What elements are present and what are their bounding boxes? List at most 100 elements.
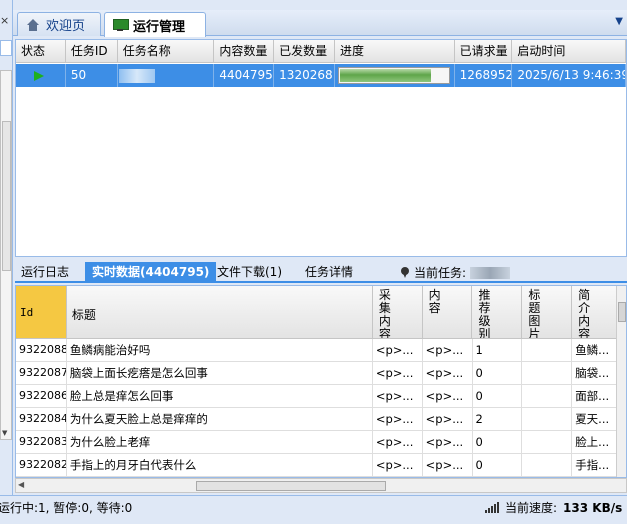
collected-cell: <p>... (373, 454, 423, 476)
run-state-summary: 运行中:1, 暂停:0, 等待:0 (0, 501, 133, 515)
title-cell: 脑袋上面长疙瘩是怎么回事 (67, 362, 373, 384)
scrollbar-thumb[interactable] (196, 481, 386, 491)
progress-cell (335, 64, 455, 87)
table-row[interactable]: 9322087 脑袋上面长疙瘩是怎么回事 <p>... <p>... 0 脑袋.… (16, 362, 626, 385)
image-cell (522, 339, 573, 361)
table-row[interactable]: 9322084 为什么夏天脸上总是痒痒的 <p>... <p>... 2 夏天.… (16, 408, 626, 431)
tab-label: 欢迎页 (46, 19, 86, 34)
id-cell: 9322083 (16, 431, 67, 453)
play-icon (34, 70, 44, 81)
status-cell (16, 64, 66, 87)
tab-list-dropdown-icon[interactable]: ▼ (615, 16, 623, 27)
search-icon[interactable] (0, 40, 12, 56)
content-cell: <p>... (423, 362, 473, 384)
data-grid-vscroll[interactable] (616, 286, 626, 477)
table-row[interactable]: 9322088 鱼鳞病能治好吗 <p>... <p>... 1 鱼鳞... (16, 339, 626, 362)
id-cell: 9322082 (16, 454, 67, 476)
table-row[interactable]: 9322082 手指上的月牙白代表什么 <p>... <p>... 0 手指..… (16, 454, 626, 477)
speed-label: 当前速度: (505, 501, 558, 515)
level-cell: 0 (473, 362, 523, 384)
scroll-down-icon[interactable]: ▼ (2, 429, 7, 437)
collected-cell: <p>... (373, 431, 423, 453)
col-title-image[interactable]: 标题图片 (522, 286, 573, 339)
col-content[interactable]: 内容 (423, 286, 473, 338)
col-label: 简介内容 (578, 288, 591, 339)
monitor-icon (113, 19, 129, 31)
content-count-cell: 4404795 (214, 64, 275, 87)
col-id[interactable]: Id (16, 286, 67, 338)
signal-bars-icon (485, 502, 499, 513)
tab-run-log[interactable]: 运行日志 (15, 262, 75, 283)
col-requested[interactable]: 已请求量 (455, 40, 513, 62)
col-label: 标题图片 (528, 288, 541, 339)
col-task-name[interactable]: 任务名称 (118, 40, 215, 62)
collected-cell: <p>... (373, 385, 423, 407)
progress-fill (339, 69, 432, 82)
col-sent-count[interactable]: 已发数量 (274, 40, 335, 62)
col-start-time[interactable]: 启动时间 (512, 40, 626, 62)
image-cell (522, 431, 573, 453)
image-cell (522, 385, 573, 407)
progress-bar (337, 67, 450, 84)
tab-task-detail[interactable]: 任务详情 (299, 262, 359, 283)
tab-realtime-data[interactable]: 实时数据(4404795) (85, 262, 217, 283)
collected-cell: <p>... (373, 339, 423, 361)
id-cell: 9322086 (16, 385, 67, 407)
task-grid: 状态 任务ID 任务名称 内容数量 已发数量 进度 已请求量 启动时间 50 4… (15, 39, 627, 257)
col-label: 内容 (428, 288, 441, 315)
col-status[interactable]: 状态 (16, 40, 66, 62)
table-row[interactable]: 9322086 脸上总是痒怎么回事 <p>... <p>... 0 面部... (16, 385, 626, 408)
sent-count-cell: 1320268 (274, 64, 335, 87)
tab-welcome[interactable]: 欢迎页 (17, 12, 101, 36)
location-pin-icon (401, 267, 410, 278)
collected-cell: <p>... (373, 362, 423, 384)
scroll-left-icon[interactable]: ◀ (18, 480, 24, 489)
content-cell: <p>... (423, 339, 473, 361)
content-cell: <p>... (423, 431, 473, 453)
level-cell: 0 (473, 431, 523, 453)
scrollbar-thumb[interactable] (618, 302, 626, 322)
title-cell: 鱼鳞病能治好吗 (67, 339, 373, 361)
tab-file-download[interactable]: 文件下载(1) (211, 262, 288, 283)
status-bar: 运行中:1, 暂停:0, 等待:0 当前速度: 133 KB/s (0, 495, 627, 524)
task-id-cell: 50 (66, 64, 118, 87)
level-cell: 2 (473, 408, 523, 430)
title-cell: 为什么夏天脸上总是痒痒的 (67, 408, 373, 430)
col-label: 推荐级别 (478, 288, 491, 339)
col-recommend-level[interactable]: 推荐级别 (472, 286, 523, 339)
left-panel-strip: × ▼ (0, 0, 13, 496)
col-task-id[interactable]: 任务ID (66, 40, 118, 62)
title-cell: 脸上总是痒怎么回事 (67, 385, 373, 407)
data-grid-header: Id 标题 采集内容 内容 推荐级别 标题图片 简介内容 (16, 286, 626, 339)
redacted-name (118, 68, 155, 83)
title-cell: 为什么脸上老痒 (67, 431, 373, 453)
task-row[interactable]: 50 4404795 1320268 12689526 2025/6/13 9:… (16, 64, 626, 87)
close-icon[interactable]: × (0, 14, 9, 27)
requested-cell: 12689526 (455, 64, 513, 87)
level-cell: 1 (473, 339, 523, 361)
col-title[interactable]: 标题 (67, 286, 373, 338)
task-grid-header: 状态 任务ID 任务名称 内容数量 已发数量 进度 已请求量 启动时间 (16, 40, 626, 63)
current-task-label: 当前任务: (414, 265, 467, 280)
data-grid-hscroll[interactable]: ◀ (15, 478, 627, 493)
table-row[interactable]: 9322083 为什么脸上老痒 <p>... <p>... 0 脸上... (16, 431, 626, 454)
tab-label: 运行管理 (133, 19, 186, 35)
image-cell (522, 408, 573, 430)
realtime-data-grid: Id 标题 采集内容 内容 推荐级别 标题图片 简介内容 9322088 鱼鳞病… (15, 285, 627, 478)
id-cell: 9322084 (16, 408, 67, 430)
content-cell: <p>... (423, 385, 473, 407)
scrollbar-thumb[interactable] (2, 121, 11, 271)
image-cell (522, 454, 573, 476)
col-progress[interactable]: 进度 (335, 40, 455, 62)
col-content-count[interactable]: 内容数量 (214, 40, 275, 62)
detail-tabs: 运行日志 实时数据(4404795) 文件下载(1) 任务详情 当前任务: (15, 259, 627, 283)
tab-run-management[interactable]: 运行管理 (104, 12, 206, 37)
left-scrollbar[interactable]: ▼ (0, 70, 12, 440)
id-cell: 9322087 (16, 362, 67, 384)
col-collected-content[interactable]: 采集内容 (373, 286, 423, 338)
level-cell: 0 (473, 454, 523, 476)
home-icon (26, 18, 40, 31)
content-cell: <p>... (423, 408, 473, 430)
content-cell: <p>... (423, 454, 473, 476)
tab-bar: 欢迎页 运行管理 ▼ (13, 10, 627, 37)
